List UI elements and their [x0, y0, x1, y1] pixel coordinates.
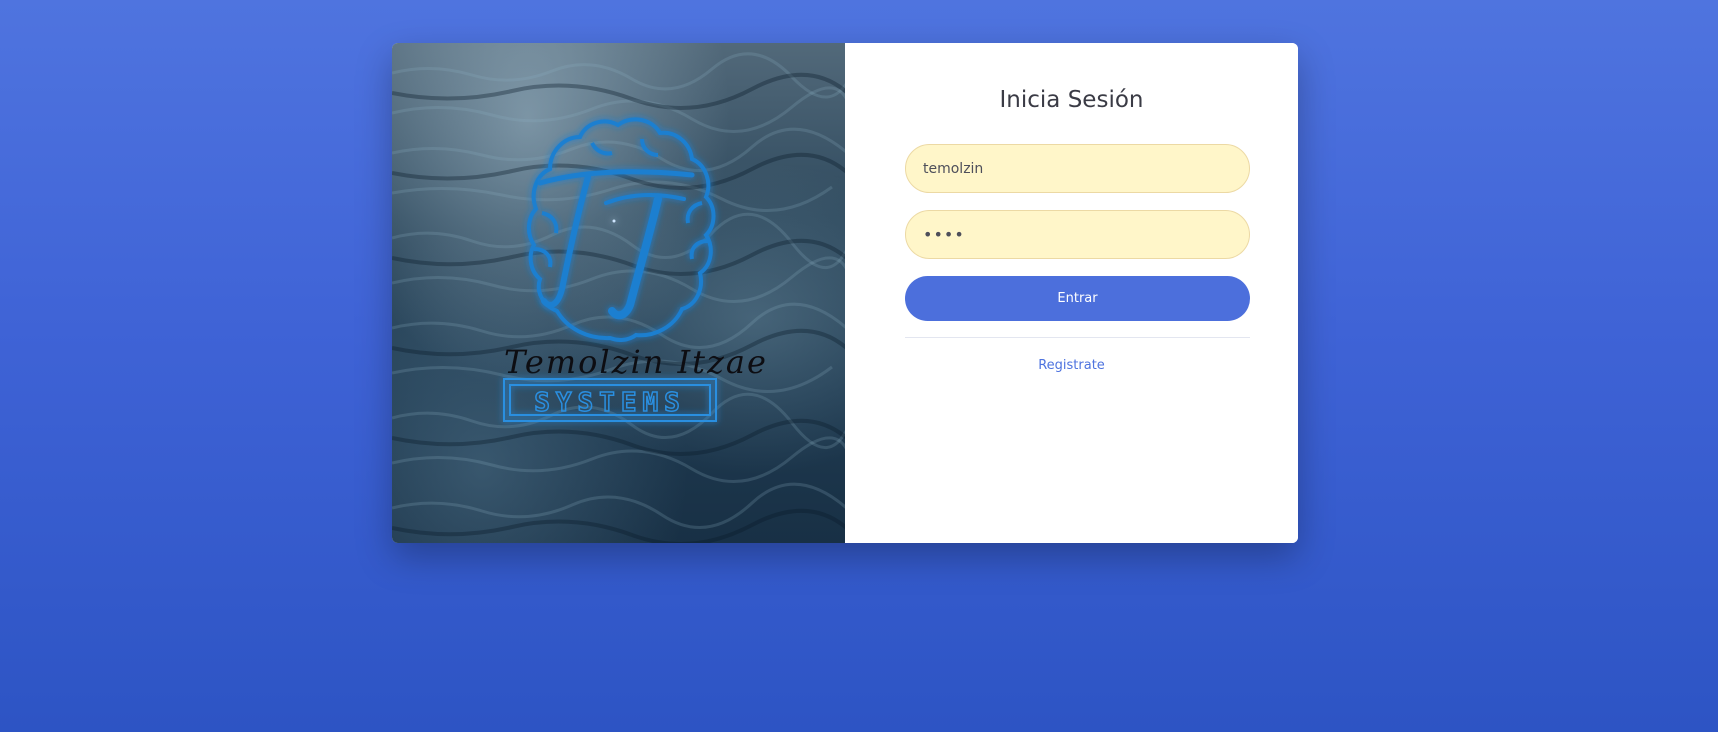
company-logo: Temolzin Itzae SYSTEMS — [503, 117, 768, 422]
username-input[interactable] — [905, 144, 1250, 193]
login-card: Temolzin Itzae SYSTEMS Inicia Sesión Ent… — [392, 43, 1298, 543]
password-input[interactable] — [905, 210, 1250, 259]
brain-outline-icon — [527, 117, 716, 342]
ti-monogram — [537, 169, 695, 320]
page-title: Inicia Sesión — [999, 87, 1144, 113]
logo-systems-text: SYSTEMS — [534, 388, 686, 418]
login-button[interactable]: Entrar — [905, 276, 1250, 321]
brand-image-panel: Temolzin Itzae SYSTEMS — [392, 43, 845, 543]
logo-name-text: Temolzin Itzae — [504, 343, 768, 381]
register-link[interactable]: Registrate — [845, 358, 1298, 373]
login-form-panel: Inicia Sesión Entrar Registrate — [845, 43, 1298, 543]
divider — [905, 337, 1250, 338]
